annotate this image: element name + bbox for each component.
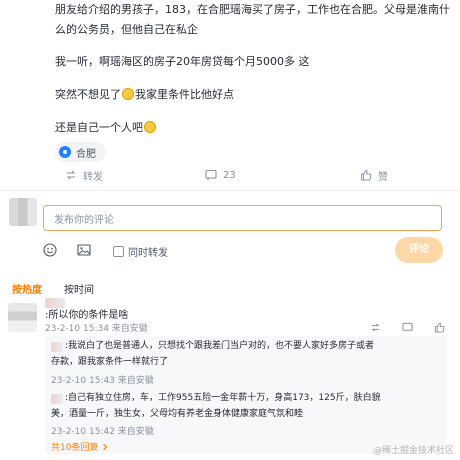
reply-meta: 23-2-10 15:42 来自安徽 [51, 427, 154, 437]
submit-comment-button[interactable]: 评论 [395, 237, 443, 263]
share-icon [66, 170, 76, 180]
reply-author-blurred [51, 342, 63, 352]
tab-sort-time[interactable]: 按时间 [64, 281, 94, 296]
post-action-bar: 转发 23 赞 [55, 165, 445, 185]
reply-text-line: :我说白了也是普通人，只想找个跟我差门当户对的，也不要人家好多房子或者 [65, 341, 375, 351]
comment-icon [205, 169, 217, 181]
share-icon[interactable] [370, 322, 381, 333]
weibo-post-page: 朋友给介绍的男孩子，183，在合肥瑶海买了房子，工作也在合肥。父母是淮南什么的公… [0, 0, 460, 460]
post-paragraph-3-b: 我家里条件比他好点 [135, 88, 234, 101]
reply-author-blurred [51, 394, 63, 404]
reply-text-line: 存款，跟我家条件一样就行了 [51, 357, 169, 367]
like-label: 赞 [378, 171, 388, 183]
location-label: 合肥 [76, 148, 96, 160]
post-paragraph-3-a: 突然不想见了 [55, 88, 121, 101]
comment-input[interactable]: 发布你的评论 [43, 205, 442, 231]
more-replies-link[interactable]: 共10条回复 [51, 440, 109, 453]
location-pin-icon [59, 146, 71, 158]
section-divider [0, 190, 460, 191]
location-chip[interactable]: 合肥 [55, 142, 106, 162]
repost-label: 同时转发 [128, 248, 168, 259]
comment-icon[interactable] [402, 322, 413, 333]
post-paragraph-4-text: 还是自己一个人吧 [55, 121, 143, 134]
watermark: @稀土掘金技术社区 [372, 446, 454, 456]
image-upload-icon[interactable] [77, 243, 91, 257]
more-replies-label: 共10条回复 [51, 443, 99, 453]
share-label: 转发 [83, 171, 103, 183]
post-paragraph-4: 还是自己一个人吧 [55, 118, 157, 138]
emoji-picker-icon[interactable] [43, 243, 57, 257]
chevron-right-icon [103, 443, 108, 450]
share-button[interactable]: 转发 [65, 165, 103, 185]
like-button[interactable]: 赞 [360, 165, 388, 185]
comment-button[interactable]: 23 [205, 165, 236, 185]
reply-text-line: :自己有独立住房，车，工作955五险一金年薪十万，身高173，125斤，肤白貌 [65, 393, 381, 403]
thumbs-up-icon [361, 169, 372, 181]
post-paragraph-3: 突然不想见了 我家里条件比他好点 [55, 85, 234, 105]
grinning-face-emoji-icon [144, 121, 156, 133]
comment-count: 23 [223, 169, 236, 181]
repost-checkbox[interactable]: 同时转发 [113, 244, 168, 259]
tab-sort-hot[interactable]: 按热度 [12, 281, 42, 296]
reply-thread: :我说白了也是普通人，只想找个跟我差门当户对的，也不要人家好多房子或者 存款，跟… [45, 336, 447, 454]
checkbox-box[interactable] [113, 246, 124, 257]
comment-actions [370, 322, 450, 334]
comment-meta: 23-2-10 15:34 来自安徽 [45, 324, 148, 334]
reply-text-line: 美，酒量一斤，独生女，父母均有养老金身体健康家庭气氛和睦 [51, 409, 304, 419]
commenter-avatar[interactable] [8, 303, 37, 332]
current-user-avatar [9, 198, 37, 226]
comment-toolbar: 同时转发 评论 [43, 237, 443, 263]
thumbs-up-icon[interactable] [434, 322, 445, 333]
reply-meta: 23-2-10 15:43 来自安徽 [51, 376, 154, 386]
crying-face-emoji-icon [122, 88, 134, 100]
post-paragraph-1: 朋友给介绍的男孩子，183，在合肥瑶海买了房子，工作也在合肥。父母是淮南什么的公… [55, 3, 450, 36]
post-paragraph-2: 我一听，啊瑶海区的房子20年房贷每个月5000多 这 [55, 55, 310, 68]
